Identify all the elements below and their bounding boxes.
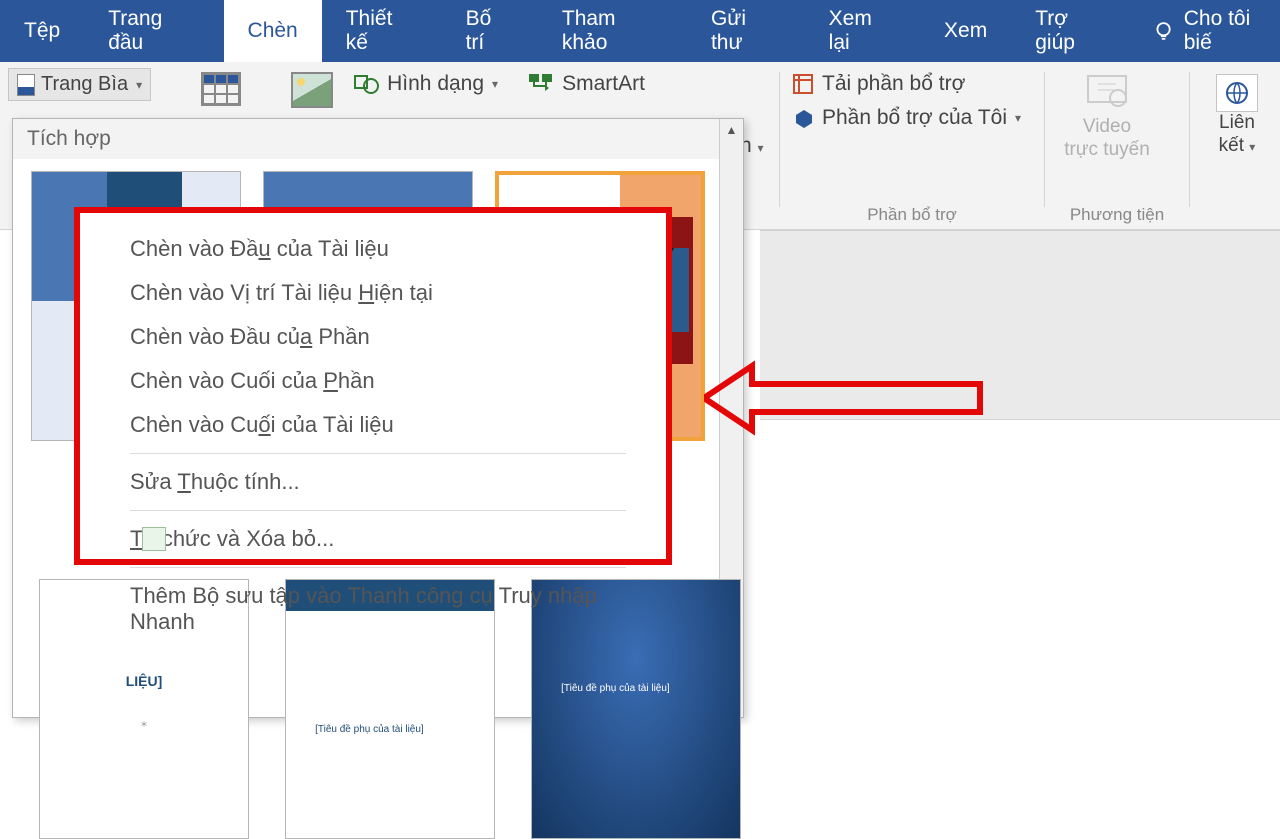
tab-tep[interactable]: Tệp <box>0 0 84 62</box>
tab-thiet-ke[interactable]: Thiết kế <box>322 0 442 62</box>
store-icon <box>792 73 814 95</box>
video-icon <box>1086 74 1128 112</box>
tab-chen[interactable]: Chèn <box>224 0 322 62</box>
menu-organize-delete[interactable]: Tổ chức và Xóa bỏ... <box>130 517 666 561</box>
my-addins-label: Phần bổ trợ của Tôi <box>822 106 1007 130</box>
tab-trang-dau[interactable]: Trang đầu <box>84 0 223 62</box>
tell-me[interactable]: Cho tôi biế <box>1153 7 1280 55</box>
menu-insert-current-pos[interactable]: Chèn vào Vị trí Tài liệu Hiện tại <box>130 271 666 315</box>
online-video-button: Video trực tuyến <box>1057 68 1157 162</box>
shapes-button[interactable]: Hình dạng ▾ <box>353 72 498 96</box>
chevron-down-icon: ▾ <box>1015 111 1021 125</box>
table-icon[interactable] <box>201 72 241 106</box>
tab-tham-khao[interactable]: Tham khảo <box>538 0 687 62</box>
menu-add-to-qat[interactable]: Thêm Bộ sưu tập vào Thanh công cụ Truy n… <box>130 574 666 644</box>
tab-xem[interactable]: Xem <box>920 0 1011 62</box>
scroll-up-icon[interactable]: ▲ <box>726 119 738 141</box>
menu-divider <box>130 510 626 511</box>
arrow-annotation <box>704 360 984 436</box>
context-menu: Chèn vào Đầu của Tài liệu Chèn vào Vị tr… <box>74 207 672 565</box>
tab-xem-lai[interactable]: Xem lại <box>805 0 920 62</box>
pictures-icon[interactable] <box>291 72 333 108</box>
tell-me-label: Cho tôi biế <box>1184 7 1280 55</box>
link-button[interactable]: Liên kết ▾ <box>1202 68 1272 158</box>
get-addins-button[interactable]: Tải phần bổ trợ <box>792 72 1032 96</box>
menu-insert-beginning-section[interactable]: Chèn vào Đầu của Phần <box>130 315 666 359</box>
shapes-label: Hình dạng <box>387 72 484 96</box>
menu-insert-beginning-doc[interactable]: Chèn vào Đầu của Tài liệu <box>130 227 666 271</box>
menu-divider <box>130 567 626 568</box>
cover-page-button[interactable]: Trang Bìa ▾ <box>8 68 151 101</box>
tab-gui-thu[interactable]: Gửi thư <box>687 0 805 62</box>
menu-edit-properties[interactable]: Sửa Thuộc tính... <box>130 460 666 504</box>
smartart-button[interactable]: SmartArt <box>528 72 645 96</box>
lightbulb-icon <box>1153 20 1174 42</box>
ribbon-tabs: Tệp Trang đầu Chèn Thiết kế Bố trí Tham … <box>0 0 1280 62</box>
menu-insert-end-doc[interactable]: Chèn vào Cuối của Tài liệu <box>130 403 666 447</box>
smartart-label: SmartArt <box>562 72 645 96</box>
tab-bo-tri[interactable]: Bố trí <box>442 0 538 62</box>
media-group-label: Phương tiện <box>1057 205 1177 225</box>
organize-icon <box>142 527 166 551</box>
menu-insert-end-section[interactable]: Chèn vào Cuối của Phần <box>130 359 666 403</box>
cover-page-icon <box>17 74 35 96</box>
my-addins-button[interactable]: Phần bổ trợ của Tôi ▾ <box>792 106 1032 130</box>
tab-tro-giup[interactable]: Trợ giúp <box>1011 0 1134 62</box>
shapes-icon <box>353 72 379 96</box>
get-addins-label: Tải phần bổ trợ <box>822 72 965 96</box>
chevron-down-icon: ▾ <box>492 77 498 91</box>
addins-icon <box>792 107 814 129</box>
menu-divider <box>130 453 626 454</box>
addins-group-label: Phần bổ trợ <box>792 205 1032 225</box>
gallery-header: Tích hợp <box>13 119 743 159</box>
cover-page-label: Trang Bìa <box>41 73 128 96</box>
link-icon <box>1224 80 1250 106</box>
smartart-icon <box>528 73 554 95</box>
chevron-down-icon: ▾ <box>136 78 142 92</box>
